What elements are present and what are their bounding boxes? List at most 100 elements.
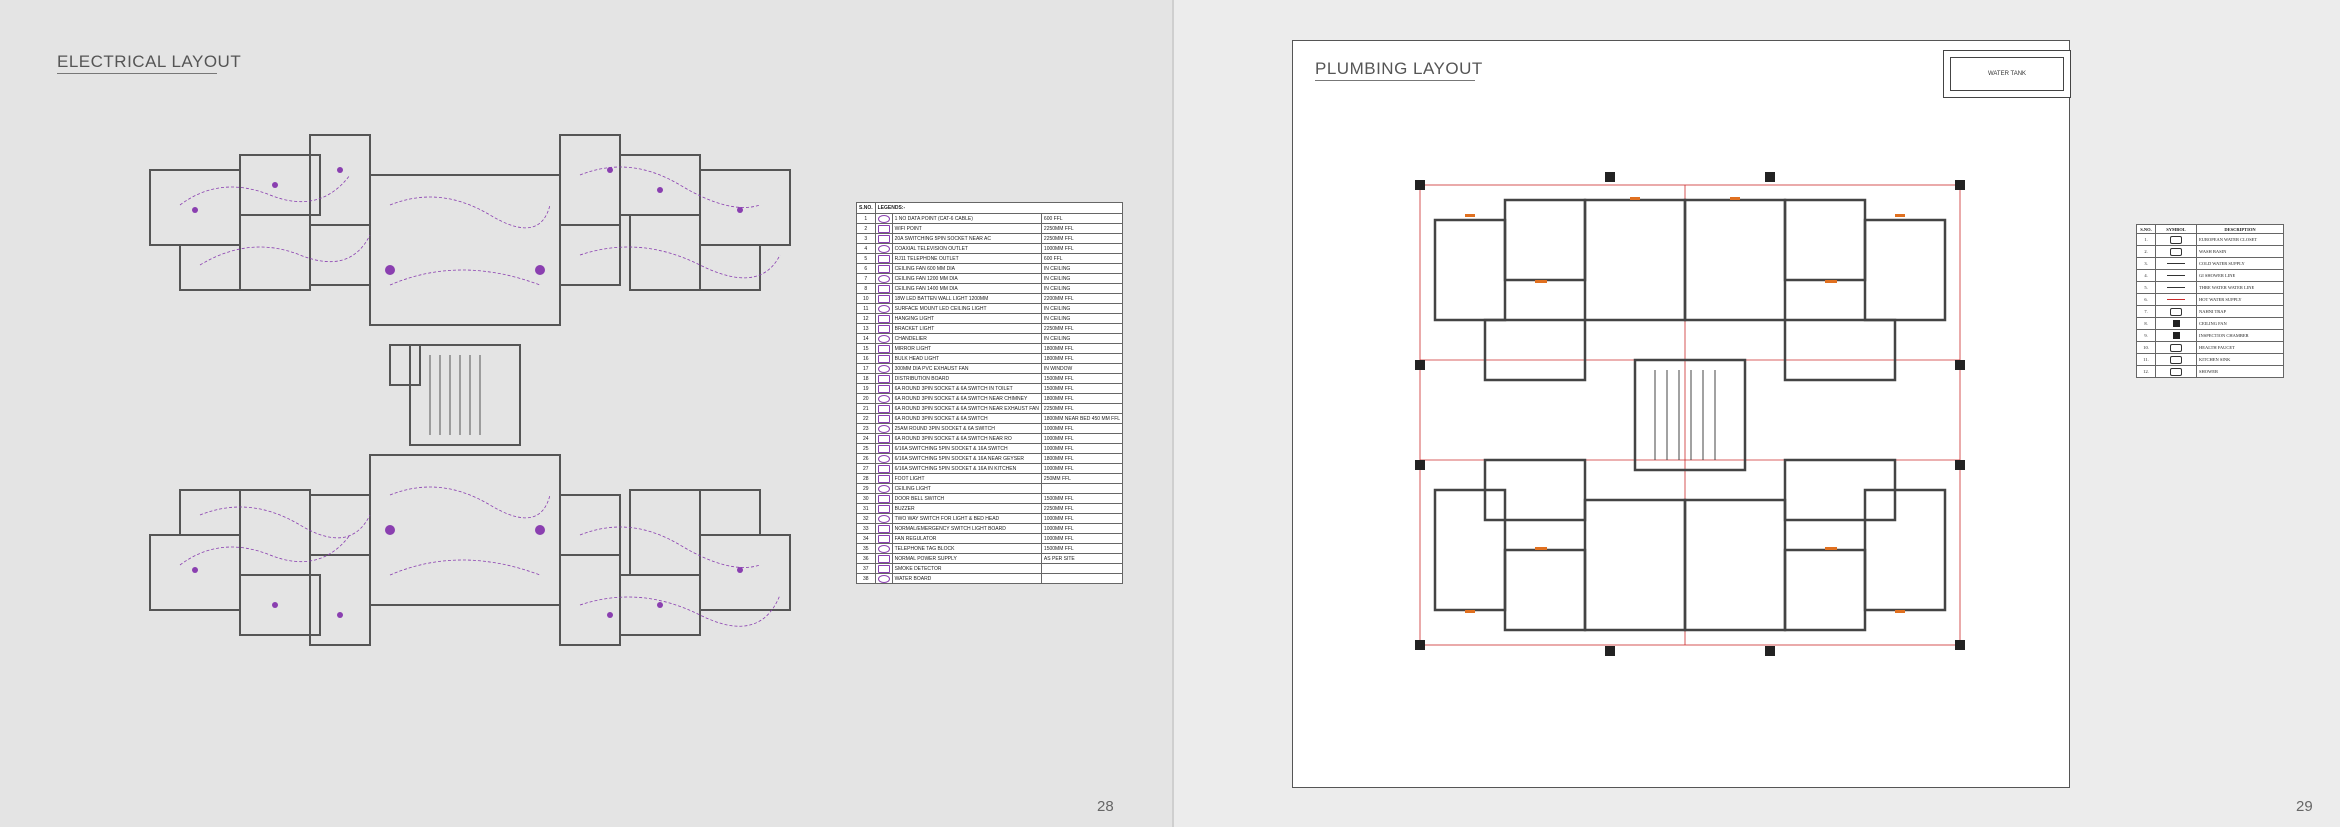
legend-row-description: WATER BOARD	[891, 573, 1042, 584]
legend-symbol-icon	[874, 443, 893, 454]
legend-row-height: 1000MM FFL	[1040, 243, 1124, 254]
legend-row-number: 22	[856, 413, 876, 424]
plumbing-legend-row: 5. THRE WATER WATER LINE	[2136, 281, 2284, 294]
plumbing-legend-row-description: KITCHEN SINK	[2196, 353, 2284, 366]
electrical-legend-row: 13 BRACKET LIGHT 2250MM FFL	[856, 323, 1124, 334]
legend-row-number: 25	[856, 443, 876, 454]
plumbing-symbol-icon	[2170, 355, 2182, 364]
legend-symbol-icon	[874, 393, 893, 404]
plumbing-legend-row-number: 1.	[2136, 233, 2156, 246]
legend-row-height: 2250MM FFL	[1040, 233, 1124, 244]
plumbing-legend-row-description: COLD WATER SUPPLY	[2196, 257, 2284, 270]
legend-row-description: 300MM DIA PVC EXHAUST FAN	[891, 363, 1042, 374]
plumbing-floor-plan	[1415, 172, 1965, 656]
plumbing-symbol-icon	[2170, 307, 2182, 316]
legend-symbol-icon	[874, 403, 893, 414]
plumbing-symbol-icon	[2172, 332, 2180, 339]
legend-row-description: FOOT LIGHT	[891, 473, 1042, 484]
legend-row-description: CEILING FAN 1400 MM DIA	[891, 283, 1042, 294]
electrical-symbol-icon	[877, 454, 890, 463]
legend-row-height: IN CEILING	[1040, 283, 1124, 294]
legend-row-number: 35	[856, 543, 876, 554]
plumbing-legend-symbol	[2155, 233, 2197, 246]
legend-row-height: 1800MM FFL	[1040, 453, 1124, 464]
legend-row-description: CEILING FAN 600 MM DIA	[891, 263, 1042, 274]
electrical-legend-row: 25 6/16A SWITCHING 5PIN SOCKET & 16A SWIT…	[856, 443, 1124, 454]
plumbing-symbol-icon	[2170, 247, 2182, 256]
plumbing-legend-row-description: HEALTH FAUCET	[2196, 341, 2284, 354]
plumbing-legend-symbol	[2155, 329, 2197, 342]
legend-symbol-icon	[874, 573, 893, 584]
legend-row-number: 30	[856, 493, 876, 504]
plumbing-legend-symbol	[2155, 257, 2197, 270]
electrical-legend-row: 21 6A ROUND 3PIN SOCKET & 6A SWITCH NEAR …	[856, 403, 1124, 414]
legend-symbol-icon	[874, 553, 893, 564]
legend-row-number: 33	[856, 523, 876, 534]
legend-row-height	[1040, 573, 1124, 584]
plumbing-legend-row-description: GI SHOWER LINE	[2196, 269, 2284, 282]
legend-row-number: 17	[856, 363, 876, 374]
electrical-legend-row: 34 FAN REGULATOR 1000MM FFL	[856, 533, 1124, 544]
plumbing-legend-row: 8. CEILING FAN	[2136, 317, 2284, 330]
legend-row-number: 32	[856, 513, 876, 524]
legend-row-height	[1040, 483, 1124, 494]
legend-symbol-icon	[874, 333, 893, 344]
plumbing-legend-row-number: 5.	[2136, 281, 2156, 294]
legend-row-description: NORMAL POWER SUPPLY	[891, 553, 1042, 564]
electrical-legend-table: S.NO. LEGENDS:- 1 1 NO DATA POINT (CAT-6 …	[856, 202, 1124, 584]
legend-row-height: 2250MM FFL	[1040, 503, 1124, 514]
legend-row-number: 20	[856, 393, 876, 404]
electrical-legend-row: 29 CEILING LIGHT	[856, 483, 1124, 494]
electrical-legend-row: 17 300MM DIA PVC EXHAUST FAN IN WINDOW	[856, 363, 1124, 374]
legend-row-height: 1800MM FFL	[1040, 353, 1124, 364]
legend-row-number: 4	[856, 243, 876, 254]
electrical-symbol-icon	[877, 464, 890, 473]
plumbing-legend-symbol	[2155, 293, 2197, 306]
legend-row-height: 2250MM FFL	[1040, 323, 1124, 334]
electrical-symbol-icon	[877, 224, 890, 233]
legend-symbol-icon	[874, 383, 893, 394]
legend-row-height: 1500MM FFL	[1040, 383, 1124, 394]
legend-symbol-icon	[874, 513, 893, 524]
legend-row-description: 6A ROUND 3PIN SOCKET & 6A SWITCH	[891, 413, 1042, 424]
legend-row-number: 1	[856, 213, 876, 224]
electrical-legend-row: 10 18W LED BATTEN WALL LIGHT 1200MM 2200MM…	[856, 293, 1124, 304]
electrical-legend-row: 12 HANGING LIGHT IN CEILING	[856, 313, 1124, 324]
plumbing-symbol-icon	[2167, 263, 2185, 265]
plumbing-legend-row: 4. GI SHOWER LINE	[2136, 269, 2284, 282]
electrical-symbol-icon	[877, 304, 890, 313]
plumbing-symbol-icon	[2170, 367, 2182, 376]
legend-row-description: SMOKE DETECTOR	[891, 563, 1042, 574]
legend-row-number: 28	[856, 473, 876, 484]
legend-row-description: CEILING FAN 1200 MM DIA	[891, 273, 1042, 284]
legend-row-height	[1040, 563, 1124, 574]
plumbing-legend-row-description: NAHNI TRAP	[2196, 305, 2284, 318]
legend-row-description: 6/16A SWITCHING 5PIN SOCKET & 16A NEAR G…	[891, 453, 1042, 464]
electrical-legend-row: 2 WIFI POINT 2250MM FFL	[856, 223, 1124, 234]
legend-row-height: 1000MM FFL	[1040, 423, 1124, 434]
legend-row-description: BRACKET LIGHT	[891, 323, 1042, 334]
legend-row-description: 25AM ROUND 3PIN SOCKET & 6A SWITCH	[891, 423, 1042, 434]
electrical-title-underline	[57, 73, 217, 74]
legend-symbol-icon	[874, 253, 893, 264]
plumbing-symbol-icon	[2172, 320, 2180, 327]
legend-row-height: 1000MM FFL	[1040, 443, 1124, 454]
legend-symbol-icon	[874, 313, 893, 324]
legend-row-height: IN WINDOW	[1040, 363, 1124, 374]
plumbing-symbol-icon	[2170, 235, 2182, 244]
legend-row-number: 2	[856, 223, 876, 234]
plumbing-title-underline	[1315, 80, 1475, 81]
plumbing-legend-row-description: CEILING FAN	[2196, 317, 2284, 330]
legend-symbol-icon	[874, 493, 893, 504]
plumbing-legend-row-number: 11.	[2136, 353, 2156, 366]
water-tank: WATER TANK	[1943, 50, 2071, 98]
legend-symbol-icon	[874, 413, 893, 424]
electrical-symbol-icon	[877, 214, 890, 223]
electrical-legend-row: 20 6A ROUND 3PIN SOCKET & 6A SWITCH NEAR …	[856, 393, 1124, 404]
electrical-symbol-icon	[877, 574, 890, 583]
plumbing-legend-symbol	[2155, 245, 2197, 258]
legend-row-height: IN CEILING	[1040, 273, 1124, 284]
electrical-symbol-icon	[877, 354, 890, 363]
legend-row-height: 250MM FFL	[1040, 473, 1124, 484]
legend-row-description: SURFACE MOUNT LED CEILING LIGHT	[891, 303, 1042, 314]
